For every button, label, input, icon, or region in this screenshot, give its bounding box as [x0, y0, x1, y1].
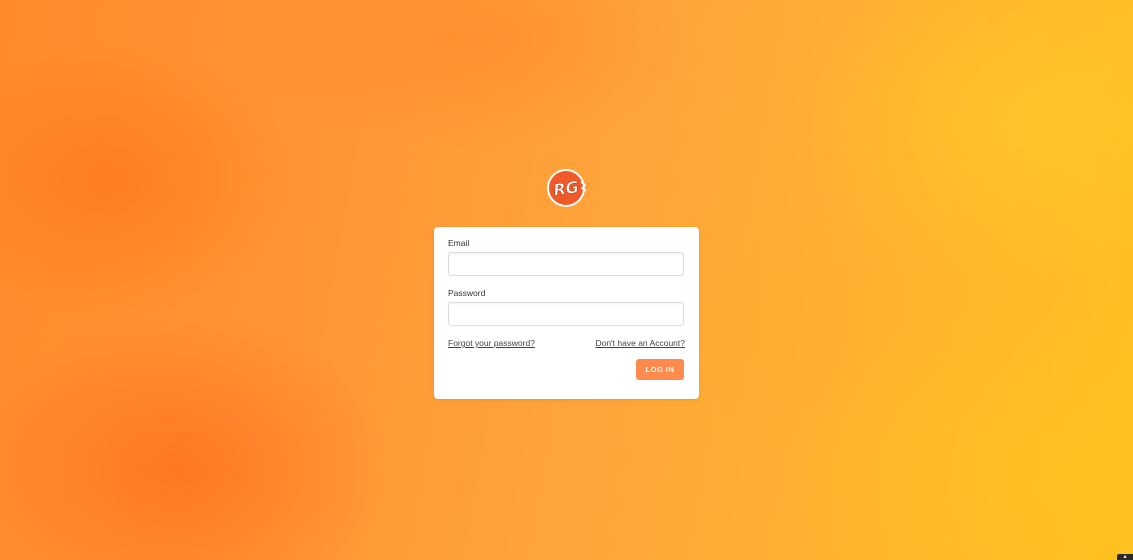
signup-link[interactable]: Don't have an Account? [595, 338, 685, 348]
forgot-password-link[interactable]: Forgot your password? [448, 338, 535, 348]
logo-text: RG [552, 177, 580, 199]
rg-logo-icon: RG [547, 169, 587, 207]
password-field[interactable] [448, 302, 684, 326]
email-field[interactable] [448, 252, 684, 276]
corner-widget[interactable]: ▴ [1117, 554, 1133, 560]
password-label: Password [448, 288, 486, 298]
corner-widget-icon: ▴ [1123, 553, 1127, 560]
app-logo: RG [545, 168, 589, 208]
email-label: Email [448, 238, 470, 248]
login-button[interactable]: LOG IN [636, 359, 684, 380]
login-card: Email Password Forgot your password? Don… [434, 227, 699, 399]
